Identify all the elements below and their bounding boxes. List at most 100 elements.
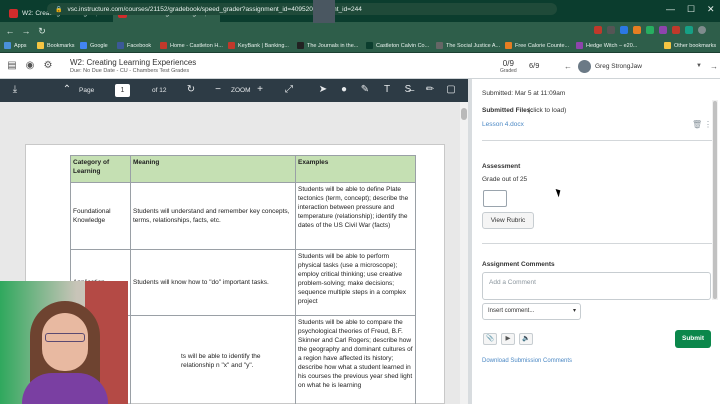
view-rubric-button[interactable]: View Rubric [482, 212, 534, 229]
grade-input[interactable] [483, 190, 507, 207]
area-icon[interactable]: ▢ [444, 84, 458, 95]
webcam-person-glasses [45, 333, 85, 342]
lock-icon: 🔒 [55, 6, 63, 13]
zoom-in-icon[interactable]: + [253, 84, 267, 95]
docviewer-toolbar: ⤓ ⌃ Page 1 of 12 ↻ − ZOOM + ⤢ [0, 79, 468, 102]
close-window-icon[interactable]: ✕ [707, 4, 715, 15]
bookmark-item[interactable]: KeyBank | Banking... [228, 42, 289, 49]
graded-count: 0/9 Graded [500, 59, 517, 74]
strikeout-icon[interactable]: S̶ [401, 84, 415, 95]
column-header: Category of Learning [70, 155, 131, 183]
google-icon [80, 42, 87, 49]
document-scrollbar[interactable] [460, 102, 468, 404]
submit-comment-button[interactable]: Submit [675, 330, 711, 348]
keybank-icon [228, 42, 235, 49]
bookmark-item[interactable]: Free Calorie Counte... [505, 42, 569, 49]
bookmark-other[interactable]: Other bookmarks [664, 42, 716, 49]
audio-icon[interactable]: 🔈 [519, 333, 533, 345]
extension-icon[interactable] [685, 26, 693, 34]
extension-icon[interactable] [607, 26, 615, 34]
bookmark-item[interactable]: Facebook [117, 42, 151, 49]
select-tool-highlight [313, 0, 335, 23]
document-scrollbar-thumb[interactable] [461, 108, 467, 120]
previous-student-icon[interactable]: ← [562, 62, 574, 71]
table-row: Foundational Knowledge Students will und… [70, 182, 416, 250]
bookmark-apps[interactable]: Apps [4, 42, 27, 49]
section-divider [482, 243, 712, 244]
maximize-icon[interactable]: ☐ [687, 4, 695, 15]
fullscreen-icon[interactable]: ⤢ [282, 84, 296, 95]
profile-avatar-icon[interactable] [698, 26, 706, 34]
forward-icon[interactable]: → [20, 26, 32, 36]
bookmark-item[interactable]: Castleton Calvin Co... [366, 42, 429, 49]
page-icon [436, 42, 443, 49]
chevron-up-icon[interactable]: ⌃ [60, 84, 74, 95]
comment-textarea[interactable]: Add a Comment [482, 272, 711, 300]
back-icon[interactable]: ← [4, 26, 16, 36]
attachment-icon[interactable]: 📎 [483, 333, 497, 345]
column-header: Meaning [130, 155, 296, 183]
extension-icon[interactable] [659, 26, 667, 34]
panel-scrollbar-thumb[interactable] [713, 101, 717, 299]
point-annotation-icon[interactable]: ● [337, 84, 351, 95]
facebook-icon [117, 42, 124, 49]
table-cell: Students will know how to "do" important… [130, 249, 296, 316]
chevron-down-icon[interactable]: ▼ [696, 63, 702, 69]
gradebook-icon[interactable]: ▤ [6, 60, 18, 72]
highlight-icon[interactable]: ✎ [358, 84, 372, 95]
bookmark-item[interactable]: Hedge Witch – e20... [576, 42, 637, 49]
insert-comment-value: Insert comment... [488, 308, 535, 314]
url-field[interactable]: 🔒 vsc.instructure.com/courses/21152/grad… [47, 3, 557, 15]
pointer-icon[interactable]: ➤ [316, 84, 330, 95]
extension-icon[interactable] [594, 26, 602, 34]
insert-comment-select[interactable]: Insert comment... ▾ [482, 303, 581, 320]
bookmarks-bar: Apps Bookmarks Google Facebook Home - Ca… [0, 40, 720, 53]
table-header-row: Category of Learning Meaning Examples [70, 155, 416, 183]
settings-icon[interactable]: ⚙ [42, 60, 54, 72]
star-icon [37, 42, 44, 49]
submission-file-link[interactable]: Lesson 4.docx [482, 121, 524, 128]
extension-icon[interactable] [620, 26, 628, 34]
extension-icon[interactable] [633, 26, 641, 34]
table-cell: ts will be able to identify the relation… [130, 315, 296, 404]
webcam-person-body [22, 373, 108, 404]
bookmark-item[interactable]: Google [80, 42, 108, 49]
page-input[interactable]: 1 [115, 84, 130, 97]
bookmark-item[interactable]: Bookmarks [37, 42, 75, 49]
submitted-date: Submitted: Mar 5 at 11:09am [482, 90, 566, 97]
media-comment-icon[interactable]: ▶ [501, 333, 515, 345]
castleton-icon [366, 42, 373, 49]
assignment-comments-heading: Assignment Comments [482, 261, 555, 268]
table-cell: Foundational Knowledge [70, 182, 131, 250]
table-cell: Students will be able to compare the psy… [295, 315, 416, 404]
submitted-files-label: Submitted Files: [482, 107, 533, 114]
extension-icon[interactable] [646, 26, 654, 34]
table-cell: Students will be able to define Plate te… [295, 182, 416, 250]
canvas-favicon-icon [9, 8, 18, 18]
student-selector[interactable]: ← Greg StrongJaw ▼ → [562, 56, 720, 76]
rotate-icon[interactable]: ↻ [184, 84, 198, 95]
download-icon[interactable]: ⤓ [8, 84, 22, 95]
trash-icon[interactable]: 🗑 [692, 120, 702, 129]
assignment-subtitle: Due: No Due Date - CU - Chambers Test Gr… [70, 68, 190, 74]
eye-icon[interactable]: ◉ [24, 60, 36, 72]
freedraw-icon[interactable]: ✏ [423, 84, 437, 95]
bookmark-item[interactable]: The Social Justice A... [436, 42, 500, 49]
extension-icon[interactable] [672, 26, 680, 34]
next-student-icon[interactable]: → [708, 62, 720, 71]
text-icon[interactable]: T [380, 84, 394, 95]
download-comments-link[interactable]: Download Submission Comments [482, 358, 572, 364]
minimize-icon[interactable]: — [666, 4, 675, 14]
bookmark-item[interactable]: The Journals in the... [297, 42, 358, 49]
student-name[interactable]: Greg StrongJaw [595, 63, 696, 70]
assignment-title[interactable]: W2: Creating Learning Experiences [70, 58, 196, 67]
journal-icon [297, 42, 304, 49]
assessment-heading: Assessment [482, 163, 521, 170]
webcam-overlay [0, 281, 128, 404]
more-icon[interactable]: ⋮ [704, 120, 712, 129]
page-total: of 12 [152, 87, 167, 94]
zoom-out-icon[interactable]: − [211, 84, 225, 95]
speedgrader-header: ▤ ◉ ⚙ W2: Creating Learning Experiences … [0, 53, 720, 79]
reload-icon[interactable]: ↻ [36, 26, 48, 37]
bookmark-item[interactable]: Home - Castleton H... [160, 42, 223, 49]
